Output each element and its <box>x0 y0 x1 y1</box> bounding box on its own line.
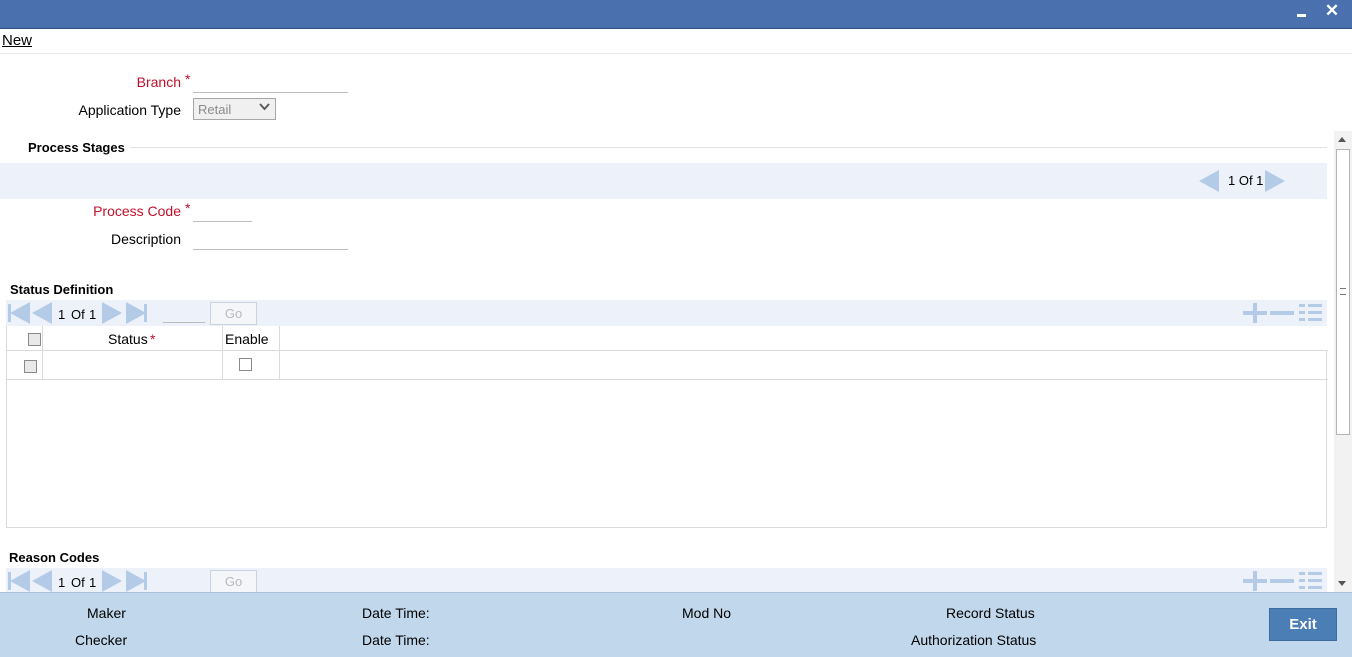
process-stages-pager-bar: 1 Of 1 <box>0 163 1327 199</box>
required-marker: * <box>185 200 191 216</box>
reason-pager-total: 1 <box>89 575 97 590</box>
status-definition-title: Status Definition <box>10 282 114 297</box>
reason-go-button[interactable]: Go <box>210 570 257 592</box>
process-stages-title: Process Stages <box>28 140 125 155</box>
scroll-up-icon[interactable] <box>1338 137 1346 142</box>
delete-row-icon[interactable] <box>1270 571 1294 591</box>
prev-page-icon[interactable] <box>1199 170 1219 192</box>
section-divider <box>130 147 1327 148</box>
first-page-icon[interactable] <box>10 302 30 324</box>
prev-page-icon[interactable] <box>32 302 52 324</box>
minimize-icon[interactable] <box>1291 3 1311 23</box>
single-view-icon[interactable] <box>1299 571 1323 591</box>
status-grid-header: Status * Enable <box>7 326 1328 351</box>
chevron-down-icon <box>259 103 270 111</box>
first-page-icon[interactable] <box>10 570 30 592</box>
last-page-icon[interactable] <box>144 572 147 590</box>
row-select-checkbox[interactable] <box>24 360 37 373</box>
required-marker: * <box>150 331 156 347</box>
next-page-icon[interactable] <box>102 302 122 324</box>
last-page-icon[interactable] <box>126 302 146 324</box>
branch-label: Branch <box>136 74 181 90</box>
process-code-input[interactable] <box>193 202 252 222</box>
status-column-header: Status <box>108 331 148 347</box>
last-page-icon[interactable] <box>144 304 147 322</box>
status-definition-toolbar: 1 Of 1 Go <box>6 300 1327 326</box>
process-stages-pager-text: 1 Of 1 <box>1228 173 1264 188</box>
add-row-icon[interactable] <box>1243 571 1267 591</box>
process-code-label: Process Code <box>93 203 181 219</box>
maker-label: Maker <box>87 605 126 621</box>
application-type-label: Application Type <box>78 102 181 118</box>
delete-row-icon[interactable] <box>1270 303 1294 323</box>
single-view-icon[interactable] <box>1299 303 1323 323</box>
authorization-status-label: Authorization Status <box>911 632 1037 648</box>
description-input[interactable] <box>193 230 348 250</box>
main-content: Branch * Application Type Retail Process… <box>0 54 1352 592</box>
audit-footer: Maker Checker Date Time: Date Time: Mod … <box>0 592 1352 657</box>
window-titlebar: ✕ <box>0 0 1352 29</box>
scrollbar-thumb[interactable] <box>1336 149 1350 435</box>
required-marker: * <box>185 71 191 87</box>
status-pager-of: Of <box>71 307 85 322</box>
status-page-input[interactable] <box>163 303 205 323</box>
close-icon[interactable]: ✕ <box>1322 2 1342 23</box>
next-page-icon[interactable] <box>1265 170 1285 192</box>
maker-date-time-label: Date Time: <box>362 605 430 621</box>
application-type-value: Retail <box>198 102 232 117</box>
status-go-button[interactable]: Go <box>210 302 257 325</box>
enable-column-header: Enable <box>225 331 269 347</box>
description-label: Description <box>110 231 181 247</box>
prev-page-icon[interactable] <box>32 570 52 592</box>
select-all-checkbox[interactable] <box>28 333 41 346</box>
table-row <box>7 351 1328 380</box>
application-type-select[interactable]: Retail <box>193 98 276 120</box>
branch-input[interactable] <box>193 73 348 93</box>
next-page-icon[interactable] <box>102 570 122 592</box>
menu-bar: New <box>0 29 1352 54</box>
reason-codes-title: Reason Codes <box>9 550 100 565</box>
status-definition-grid: Status * Enable <box>6 326 1328 528</box>
mod-no-label: Mod No <box>682 605 732 621</box>
status-cell-input[interactable] <box>47 355 217 375</box>
reason-codes-toolbar: 1 Of 1 Go <box>6 568 1327 592</box>
scroll-down-icon[interactable] <box>1338 581 1346 586</box>
status-pager-current: 1 <box>58 307 66 322</box>
new-menu-link[interactable]: New <box>2 32 32 49</box>
record-status-label: Record Status <box>946 605 1035 621</box>
status-pager-total: 1 <box>89 307 97 322</box>
reason-pager-current: 1 <box>58 575 66 590</box>
checker-label: Checker <box>75 632 128 648</box>
add-row-icon[interactable] <box>1243 303 1267 323</box>
reason-pager-of: Of <box>71 575 85 590</box>
last-page-icon[interactable] <box>126 570 146 592</box>
checker-date-time-label: Date Time: <box>362 632 430 648</box>
exit-button[interactable]: Exit <box>1269 608 1337 641</box>
vertical-scrollbar[interactable] <box>1334 131 1352 592</box>
enable-checkbox[interactable] <box>239 358 252 371</box>
